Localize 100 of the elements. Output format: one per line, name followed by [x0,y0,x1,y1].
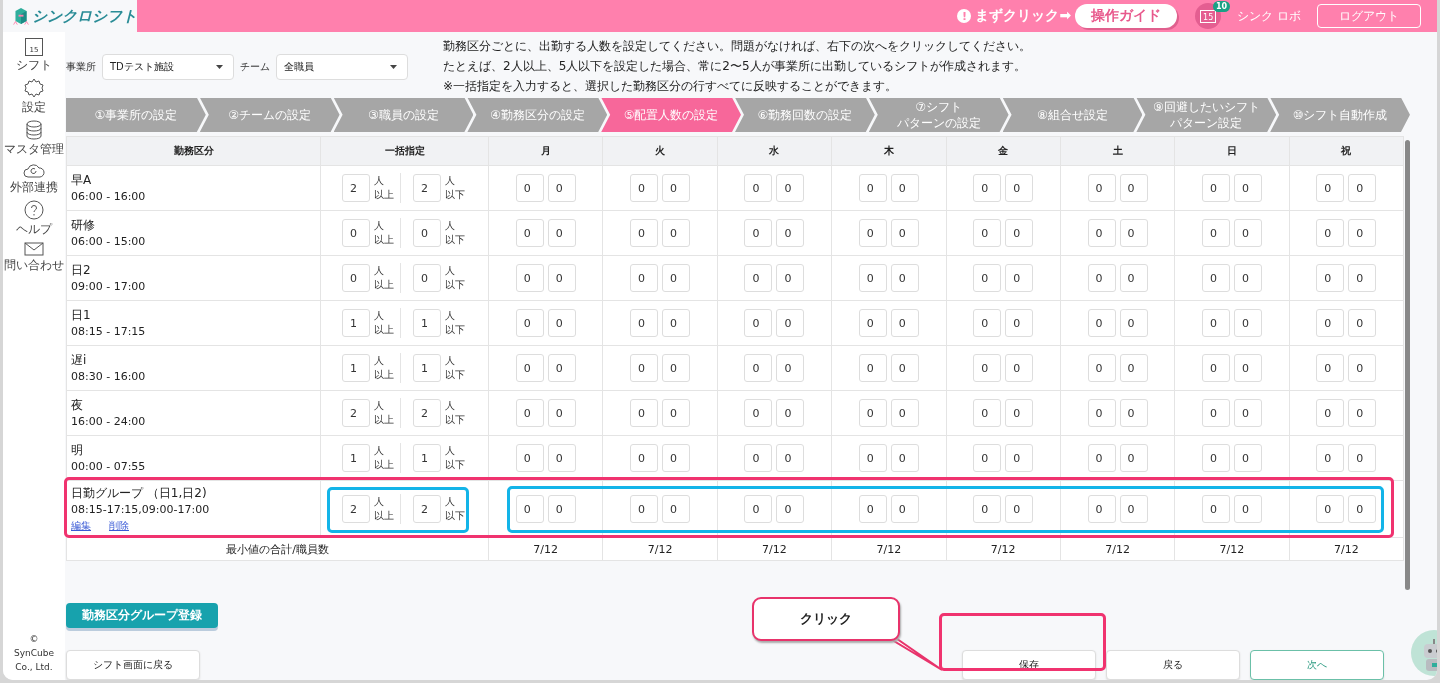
row-link[interactable]: 削除 [109,518,129,532]
number-field[interactable]: 0 [890,495,919,524]
number-field[interactable]: 0 [662,264,691,293]
number-field[interactable]: 0 [1005,399,1034,428]
number-field[interactable]: 1 [413,354,441,383]
number-field[interactable]: 0 [858,219,887,248]
number-field[interactable]: 0 [744,309,773,338]
number-field[interactable]: 0 [1087,264,1116,293]
number-field[interactable]: 0 [1005,495,1034,524]
number-field[interactable]: 0 [630,399,659,428]
sidebar-item[interactable]: 設定 [22,78,46,116]
number-field[interactable]: 0 [744,264,773,293]
number-field[interactable]: 0 [515,309,544,338]
number-field[interactable]: 1 [342,354,370,383]
number-field[interactable]: 0 [1316,354,1345,383]
number-field[interactable]: 0 [547,309,576,338]
number-field[interactable]: 0 [1201,354,1230,383]
number-field[interactable]: 0 [662,219,691,248]
number-field[interactable]: 0 [858,309,887,338]
number-field[interactable]: 0 [890,174,919,203]
number-field[interactable]: 0 [1201,444,1230,473]
number-field[interactable]: 0 [1348,444,1377,473]
number-field[interactable]: 0 [1119,219,1148,248]
number-field[interactable]: 0 [776,309,805,338]
number-field[interactable]: 0 [515,354,544,383]
number-field[interactable]: 0 [973,354,1002,383]
number-field[interactable]: 0 [413,264,441,293]
number-field[interactable]: 0 [1233,219,1262,248]
number-field[interactable]: 0 [342,264,370,293]
number-field[interactable]: 0 [1087,309,1116,338]
number-field[interactable]: 0 [858,495,887,524]
number-field[interactable]: 0 [662,309,691,338]
number-field[interactable]: 0 [744,399,773,428]
back-button[interactable]: 戻る [1106,650,1240,680]
number-field[interactable]: 0 [515,219,544,248]
number-field[interactable]: 2 [342,399,370,428]
number-field[interactable]: 0 [1005,174,1034,203]
number-field[interactable]: 0 [744,444,773,473]
number-field[interactable]: 0 [1201,309,1230,338]
select-field[interactable]: TDテスト施設 [102,54,234,80]
number-field[interactable]: 0 [662,354,691,383]
number-field[interactable]: 0 [776,354,805,383]
sidebar-item[interactable]: 外部連携 [10,162,58,196]
number-field[interactable]: 0 [662,174,691,203]
number-field[interactable]: 0 [547,219,576,248]
number-field[interactable]: 0 [662,495,691,524]
number-field[interactable]: 0 [973,219,1002,248]
number-field[interactable]: 0 [776,174,805,203]
number-field[interactable]: 0 [1233,444,1262,473]
number-field[interactable]: 0 [1119,264,1148,293]
number-field[interactable]: 0 [776,444,805,473]
number-field[interactable]: 0 [1316,219,1345,248]
number-field[interactable]: 2 [342,174,370,203]
number-field[interactable]: 0 [630,174,659,203]
number-field[interactable]: 1 [413,444,441,473]
number-field[interactable]: 0 [1233,174,1262,203]
number-field[interactable]: 0 [662,444,691,473]
number-field[interactable]: 0 [890,219,919,248]
next-button[interactable]: 次へ [1250,650,1384,680]
number-field[interactable]: 0 [547,444,576,473]
number-field[interactable]: 0 [858,444,887,473]
number-field[interactable]: 0 [515,264,544,293]
number-field[interactable]: 0 [1087,354,1116,383]
number-field[interactable]: 0 [1233,309,1262,338]
number-field[interactable]: 0 [1233,495,1262,524]
number-field[interactable]: 0 [1087,399,1116,428]
number-field[interactable]: 0 [1087,495,1116,524]
number-field[interactable]: 0 [1119,399,1148,428]
number-field[interactable]: 0 [858,264,887,293]
number-field[interactable]: 0 [890,399,919,428]
number-field[interactable]: 0 [890,444,919,473]
number-field[interactable]: 0 [630,219,659,248]
number-field[interactable]: 0 [1005,309,1034,338]
number-field[interactable]: 0 [1348,354,1377,383]
number-field[interactable]: 2 [413,495,441,524]
row-link[interactable]: 編集 [71,518,91,532]
number-field[interactable]: 2 [413,399,441,428]
number-field[interactable]: 0 [776,264,805,293]
number-field[interactable]: 0 [1087,444,1116,473]
number-field[interactable]: 0 [1119,354,1148,383]
number-field[interactable]: 0 [1348,495,1377,524]
number-field[interactable]: 0 [1316,264,1345,293]
number-field[interactable]: 0 [547,495,576,524]
number-field[interactable]: 0 [1233,354,1262,383]
number-field[interactable]: 0 [744,354,773,383]
number-field[interactable]: 0 [1005,354,1034,383]
number-field[interactable]: 0 [1201,174,1230,203]
number-field[interactable]: 0 [973,399,1002,428]
number-field[interactable]: 0 [1348,174,1377,203]
sidebar-item[interactable]: マスタ管理 [4,120,64,158]
number-field[interactable]: 0 [1233,399,1262,428]
number-field[interactable]: 0 [973,309,1002,338]
number-field[interactable]: 0 [1119,444,1148,473]
sidebar-item[interactable]: ヘルプ [16,200,52,238]
number-field[interactable]: 0 [547,174,576,203]
number-field[interactable]: 0 [515,399,544,428]
number-field[interactable]: 0 [547,354,576,383]
number-field[interactable]: 0 [515,444,544,473]
number-field[interactable]: 0 [547,264,576,293]
number-field[interactable]: 0 [1119,174,1148,203]
